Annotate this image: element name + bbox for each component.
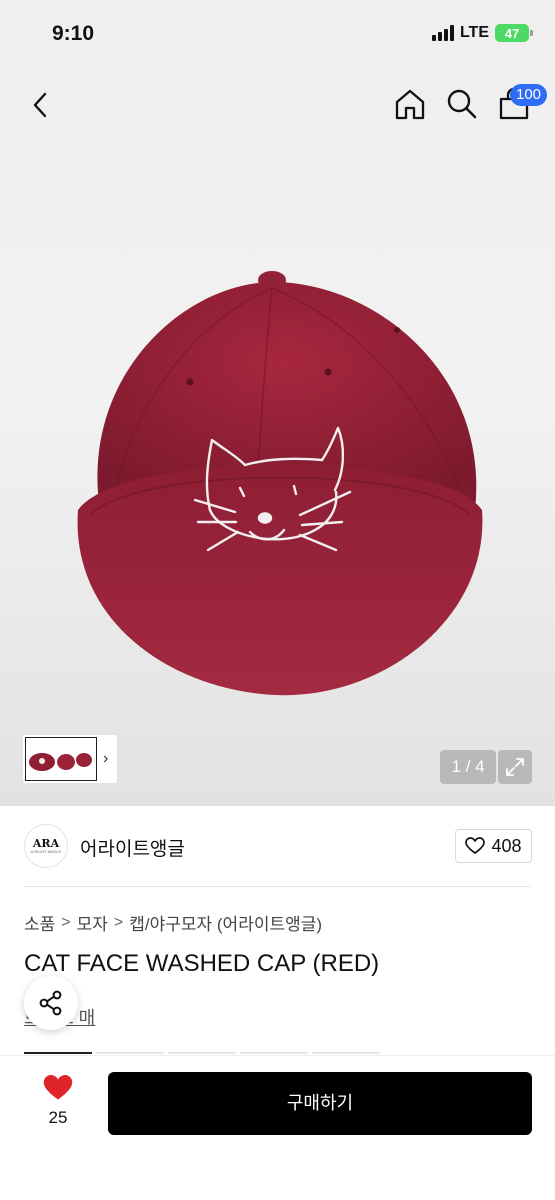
battery-icon: 47 [495, 24, 533, 42]
wishlist-count: 25 [48, 1108, 68, 1127]
image-counter: 1 / 4 [440, 750, 496, 784]
chevron-right-icon: > [113, 913, 124, 931]
thumbnail-strip[interactable]: › [23, 735, 117, 783]
product-image [77, 271, 483, 696]
share-button[interactable] [24, 976, 78, 1030]
thumbnail-caps-image [29, 753, 92, 771]
bottom-action-bar: 25 구매하기 [0, 1055, 555, 1200]
share-icon [39, 990, 62, 1016]
like-button[interactable]: 408 [455, 829, 532, 863]
tab-active-indicator [24, 1052, 92, 1054]
home-icon [395, 89, 425, 120]
cart-count-badge: 100 [510, 84, 548, 106]
signal-icon [431, 25, 454, 41]
product-gallery[interactable]: 100 › 1 / 4 [0, 70, 555, 806]
status-bar: 9:10 LTE 47 [0, 0, 555, 70]
breadcrumb-item[interactable]: 모자 [77, 910, 108, 935]
network-label: LTE [459, 24, 489, 41]
brand-row: ARA A RIGHT ANGLE 어라이트앵글 408 [0, 806, 555, 886]
brand-logo-subtext: A RIGHT ANGLE [30, 849, 62, 854]
breadcrumb-item[interactable]: 소품 [24, 910, 55, 935]
tab-indicator-segment [312, 1052, 380, 1054]
wishlist-button[interactable]: 25 [30, 1074, 86, 1134]
chevron-left-icon [33, 92, 47, 118]
search-icon [447, 89, 477, 119]
thumbnail-image[interactable] [25, 737, 97, 781]
tab-indicator-segment [240, 1052, 308, 1054]
product-title: CAT FACE WASHED CAP (RED) [24, 950, 380, 977]
expand-icon [506, 758, 524, 776]
breadcrumb: 소품 > 모자 > 캡/야구모자 (어라이트앵글) [24, 910, 322, 935]
chevron-right-icon[interactable]: › [103, 750, 108, 768]
chevron-right-icon: > [61, 913, 71, 931]
status-time: 9:10 [52, 22, 95, 45]
heart-outline-icon [465, 837, 486, 854]
like-count: 408 [491, 835, 522, 856]
tab-indicator [24, 1052, 531, 1054]
expand-button[interactable] [498, 750, 532, 784]
heart-filled-icon [43, 1075, 73, 1100]
search-button[interactable] [444, 86, 480, 122]
buy-button[interactable]: 구매하기 [108, 1072, 532, 1135]
brand-logo-text: ARA [32, 837, 60, 850]
home-button[interactable] [392, 86, 428, 122]
tab-indicator-segment [96, 1052, 164, 1054]
brand-logo[interactable]: ARA A RIGHT ANGLE [24, 824, 68, 868]
divider [24, 886, 531, 887]
back-button[interactable] [26, 88, 56, 122]
brand-name[interactable]: 어라이트앵글 [80, 834, 185, 861]
breadcrumb-item[interactable]: 캡/야구모자 (어라이트앵글) [129, 910, 322, 935]
battery-level: 47 [504, 25, 520, 41]
tab-indicator-segment [168, 1052, 236, 1054]
status-indicators: LTE 47 [431, 24, 533, 42]
